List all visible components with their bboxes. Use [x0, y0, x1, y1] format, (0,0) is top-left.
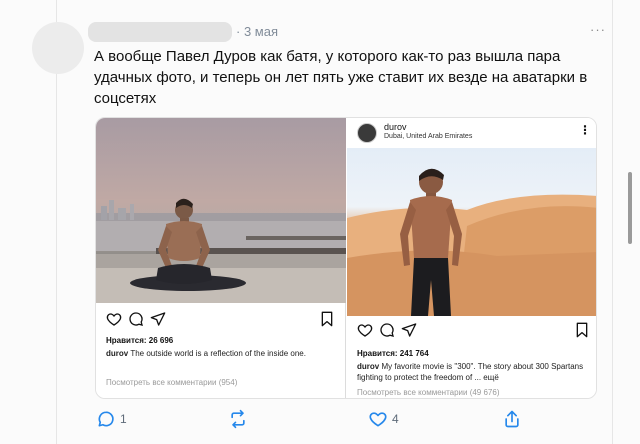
post-photo[interactable]: Нравится: 26 696 durov The outside world… [95, 117, 597, 399]
author-name-redacted[interactable] [88, 22, 232, 42]
likes-count: Нравится: 241 764 [357, 349, 429, 358]
instagram-comment-icon[interactable] [379, 322, 395, 338]
instagram-send-icon[interactable] [150, 311, 166, 327]
instagram-bookmark-icon[interactable] [575, 322, 589, 338]
caption-username: durov [106, 349, 129, 358]
repost-arrows-icon [231, 409, 245, 429]
caption-text: My favorite movie is "300". The story ab… [357, 362, 584, 382]
share-button[interactable] [502, 408, 522, 430]
comment-button[interactable]: 1 [96, 408, 127, 430]
author-avatar[interactable] [32, 22, 84, 74]
comment-count: 1 [120, 412, 127, 426]
post-caption: durov The outside world is a reflection … [106, 348, 338, 359]
likes-count: Нравится: 26 696 [106, 336, 174, 345]
scrollbar-thumb[interactable] [628, 172, 632, 244]
post-text: А вообще Павел Дуров как батя, у которог… [94, 48, 588, 107]
instagram-screenshot-right: durov Dubai, United Arab Emirates ⋮ Нрав… [347, 118, 596, 398]
instagram-avatar [357, 123, 377, 143]
instagram-comment-icon[interactable] [128, 311, 144, 327]
instagram-action-bar [106, 311, 336, 329]
post-more-button[interactable]: ··· [590, 22, 606, 37]
instagram-send-icon[interactable] [401, 322, 417, 338]
instagram-action-bar [357, 322, 589, 340]
instagram-location: Dubai, United Arab Emirates [384, 133, 473, 140]
like-count: 4 [392, 412, 399, 426]
instagram-heart-icon[interactable] [357, 322, 373, 338]
instagram-more-icon: ⋮ [579, 123, 591, 137]
view-comments-link: Посмотреть все комментарии (49 676) [357, 388, 500, 397]
post-action-bar: 1 4 [92, 408, 532, 432]
meditation-photo [96, 118, 346, 303]
desert-photo [347, 148, 596, 316]
heart-icon [369, 412, 387, 427]
instagram-heart-icon[interactable] [106, 311, 122, 327]
post-timestamp[interactable]: · 3 мая [236, 24, 278, 39]
instagram-username: durov [384, 122, 407, 132]
repost-button[interactable] [228, 408, 248, 430]
instagram-post-header: durov Dubai, United Arab Emirates ⋮ [347, 118, 596, 148]
share-icon [505, 410, 519, 428]
view-comments-link: Посмотреть все комментарии (954) [106, 378, 238, 387]
instagram-bookmark-icon[interactable] [320, 311, 334, 327]
post-caption: durov My favorite movie is "300". The st… [357, 361, 589, 383]
like-button[interactable]: 4 [368, 408, 399, 430]
caption-text: The outside world is a reflection of the… [128, 349, 306, 358]
speech-bubble-icon [98, 411, 114, 427]
caption-username: durov [357, 362, 380, 371]
instagram-screenshot-left: Нравится: 26 696 durov The outside world… [96, 118, 346, 398]
